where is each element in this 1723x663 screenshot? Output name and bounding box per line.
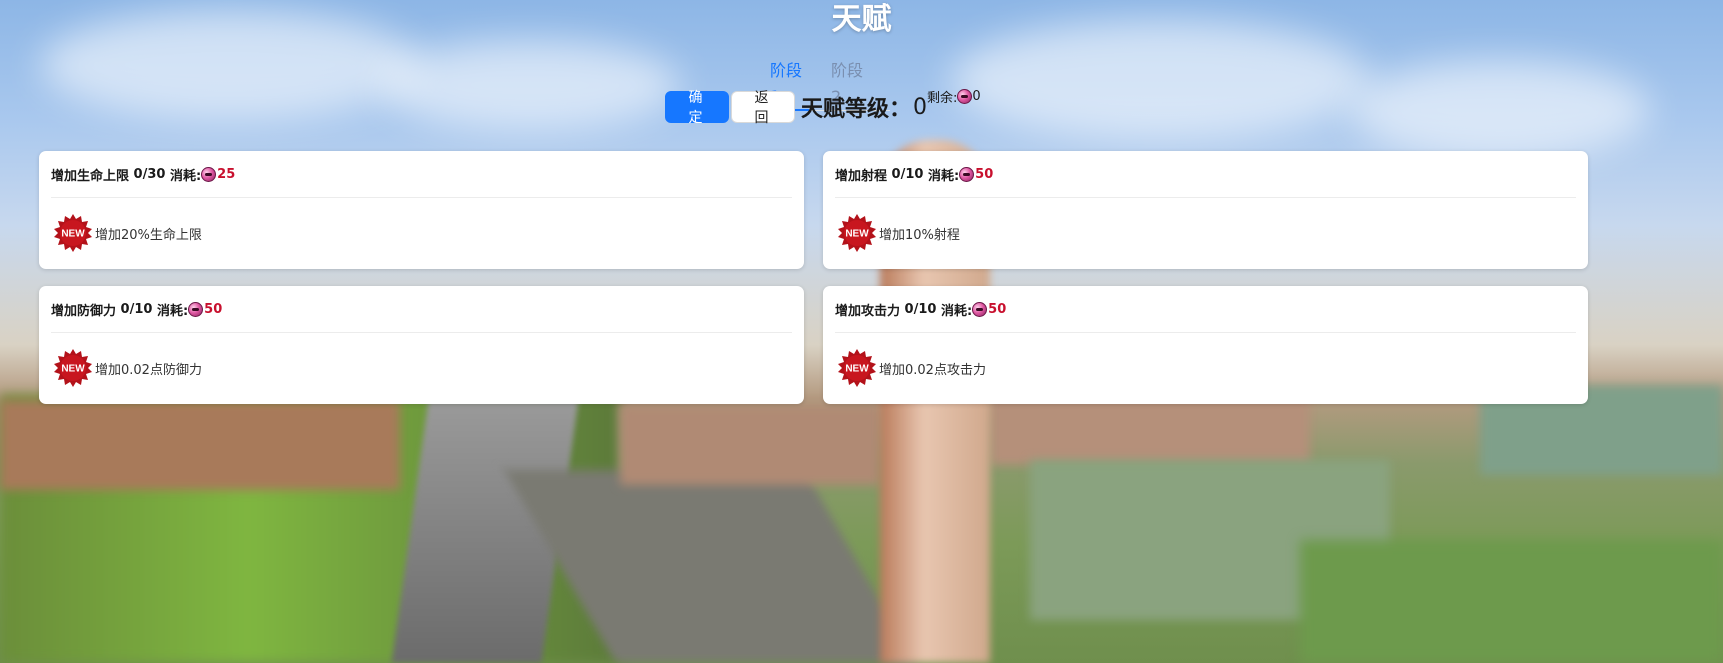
- gem-icon: [972, 301, 988, 317]
- svg-text:NEW: NEW: [61, 364, 85, 375]
- talent-description: 增加20%生命上限: [95, 227, 202, 243]
- talent-cost-label: 消耗:: [927, 168, 960, 184]
- remaining-points: 剩余: 0: [927, 87, 981, 106]
- gem-icon: [201, 166, 217, 182]
- talent-card-max-hp[interactable]: 增加生命上限 0/30 消耗: 25 NEW 增加20%生命上限: [39, 151, 804, 269]
- talent-card-range[interactable]: 增加射程 0/10 消耗: 50 NEW 增加10%射程: [823, 151, 1588, 269]
- talent-card-body: NEW 增加10%射程: [837, 213, 960, 253]
- talent-cost-label: 消耗:: [156, 303, 189, 319]
- svg-text:NEW: NEW: [845, 364, 869, 375]
- talent-description: 增加10%射程: [879, 227, 960, 243]
- gem-icon: [959, 166, 975, 182]
- new-badge-icon: NEW: [837, 348, 877, 388]
- talent-name: 增加生命上限: [51, 168, 130, 184]
- talent-cost: 50: [204, 301, 223, 317]
- talent-card-attack[interactable]: 增加攻击力 0/10 消耗: 50 NEW 增加0.02点攻击力: [823, 286, 1588, 404]
- talent-card-body: NEW 增加0.02点防御力: [53, 348, 202, 388]
- talent-name: 增加防御力: [51, 303, 117, 319]
- talent-card-body: NEW 增加20%生命上限: [53, 213, 202, 253]
- svg-text:NEW: NEW: [61, 229, 85, 240]
- game-screen: 天赋 阶段1 阶段2 确 定 返 回 天赋等级： 0 剩余: 0 增加生命上限 …: [0, 0, 1723, 663]
- page-title: 天赋: [831, 2, 892, 37]
- talent-progress: 0/10: [120, 301, 153, 317]
- new-badge-icon: NEW: [837, 213, 877, 253]
- talent-card-header: 增加射程 0/10 消耗: 50: [835, 151, 1576, 198]
- talent-name: 增加攻击力: [835, 303, 901, 319]
- new-badge-icon: NEW: [53, 348, 93, 388]
- talent-card-header: 增加生命上限 0/30 消耗: 25: [51, 151, 792, 198]
- control-bar: 确 定 返 回 天赋等级： 0 剩余: 0: [665, 89, 981, 126]
- talent-card-body: NEW 增加0.02点攻击力: [837, 348, 986, 388]
- talent-level-label: 天赋等级：: [801, 97, 912, 122]
- talent-cost: 50: [988, 301, 1007, 317]
- talent-name: 增加射程: [835, 168, 888, 184]
- gem-icon: [188, 301, 204, 317]
- talent-card-header: 增加防御力 0/10 消耗: 50: [51, 286, 792, 333]
- talent-description: 增加0.02点防御力: [95, 362, 202, 378]
- new-badge-icon: NEW: [53, 213, 93, 253]
- talent-progress: 0/10: [891, 166, 924, 182]
- talent-cost-label: 消耗:: [940, 303, 973, 319]
- talent-cost-label: 消耗:: [169, 168, 202, 184]
- confirm-button[interactable]: 确 定: [665, 90, 729, 126]
- talent-card-header: 增加攻击力 0/10 消耗: 50: [835, 286, 1576, 333]
- talent-cost: 25: [217, 166, 236, 182]
- gem-icon: [957, 89, 973, 104]
- talent-card-defense[interactable]: 增加防御力 0/10 消耗: 50 NEW 增加0.02点防御力: [39, 286, 804, 404]
- talent-level-value: 0: [913, 94, 928, 120]
- remaining-value: 0: [972, 89, 981, 104]
- talent-progress: 0/30: [133, 166, 166, 182]
- talent-description: 增加0.02点攻击力: [879, 362, 986, 378]
- back-button[interactable]: 返 回: [731, 90, 795, 126]
- talent-progress: 0/10: [904, 301, 937, 317]
- remaining-label: 剩余:: [927, 91, 958, 106]
- talent-cost: 50: [975, 166, 994, 182]
- svg-text:NEW: NEW: [845, 229, 869, 240]
